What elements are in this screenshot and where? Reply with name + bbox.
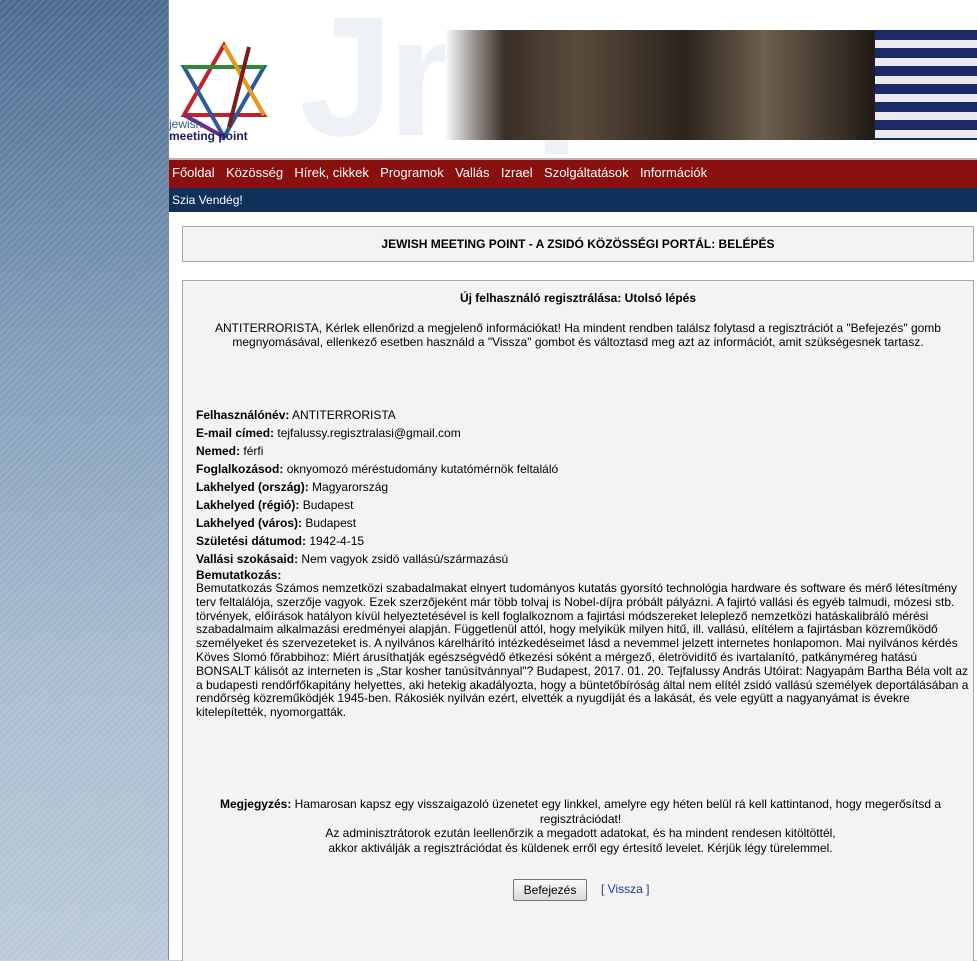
back-link[interactable]: Vissza: [608, 882, 643, 896]
field-value: Budapest: [305, 516, 357, 530]
field-label: Vallási szokásaid:: [196, 552, 299, 566]
nav-item-programok[interactable]: Programok: [380, 160, 444, 186]
page-title: JEWISH MEETING POINT - A ZSIDÓ KÖZÖSSÉGI…: [182, 226, 974, 262]
field-gender: Nemed: férfi: [196, 442, 966, 460]
field-label: Lakhelyed (város):: [196, 516, 303, 530]
registration-panel: Új felhasználó regisztrálása: Utolsó lép…: [182, 280, 974, 961]
note-line2: Az adminisztrátorok ezután leellenőrzik …: [325, 826, 836, 840]
field-value: ANTITERRORISTA: [292, 408, 396, 422]
back-bracket-open: [: [601, 882, 608, 896]
field-email: E-mail címed: tejfalussy.regisztralasi@g…: [196, 424, 966, 442]
bio-text: Bemutatkozás Számos nemzetközi szabadalm…: [196, 581, 969, 720]
registration-note: Megjegyzés: Hamarosan kapsz egy visszaig…: [203, 797, 958, 855]
field-username: Felhasználónév: ANTITERRORISTA: [196, 406, 966, 424]
field-birthdate: Születési dátumod: 1942-4-15: [196, 532, 966, 550]
note-line1: Hamarosan kapsz egy visszaigazoló üzenet…: [291, 797, 942, 826]
bio-label: Bemutatkozás:: [196, 568, 282, 582]
field-region: Lakhelyed (régió): Budapest: [196, 496, 966, 514]
header-banner-image: [445, 30, 977, 140]
field-value: Nem vagyok zsidó vallású/származású: [301, 552, 509, 566]
field-city: Lakhelyed (város): Budapest: [196, 514, 966, 532]
field-list: Felhasználónév: ANTITERRORISTA E-mail cí…: [196, 406, 968, 720]
field-label: Születési dátumod:: [196, 534, 307, 548]
intro-text: ANTITERRORISTA, Kérlek ellenőrizd a megj…: [215, 321, 941, 349]
nav-item-kozosseg[interactable]: Közösség: [226, 160, 283, 186]
main-nav: Főoldal Közösség Hírek, cikkek Programok…: [169, 158, 977, 188]
nav-item-informaciok[interactable]: Információk: [640, 160, 707, 186]
logo-text: jewish meeting point: [169, 118, 248, 142]
greeting-text: Szia Vendég!: [172, 193, 243, 207]
field-religion: Vallási szokásaid: Nem vagyok zsidó vall…: [196, 550, 966, 568]
field-label: E-mail címed:: [196, 426, 275, 440]
greeting-bar: Szia Vendég!: [169, 188, 977, 212]
left-background: [0, 0, 168, 960]
nav-item-fooldal[interactable]: Főoldal: [172, 160, 215, 186]
step-title: Új felhasználó regisztrálása: Utolsó lép…: [459, 291, 697, 305]
field-occupation: Foglalkozásod: oknyomozó méréstudomány k…: [196, 460, 966, 478]
field-label: Lakhelyed (régió):: [196, 498, 300, 512]
field-value: 1942-4-15: [309, 534, 365, 548]
nav-item-szolgaltatasok[interactable]: Szolgáltatások: [544, 160, 629, 186]
note-label: Megjegyzés:: [219, 797, 292, 811]
back-link-wrapper: [ Vissza ]: [601, 882, 649, 896]
field-value: Magyarország: [312, 480, 389, 494]
field-country: Lakhelyed (ország): Magyarország: [196, 478, 966, 496]
finish-button[interactable]: Befejezés: [513, 879, 587, 901]
back-bracket-close: ]: [642, 882, 650, 896]
field-label: Nemed:: [196, 444, 241, 458]
field-label: Lakhelyed (ország):: [196, 480, 309, 494]
field-label: Felhasználónév:: [196, 408, 290, 422]
nav-item-izrael[interactable]: Izrael: [501, 160, 533, 186]
field-value: tejfalussy.regisztralasi@gmail.com: [277, 426, 461, 440]
nav-item-vallas[interactable]: Vallás: [455, 160, 489, 186]
logo-line2: meeting point: [169, 129, 248, 143]
field-value: Budapest: [302, 498, 354, 512]
nav-item-hirek[interactable]: Hírek, cikkek: [294, 160, 368, 186]
page: Jmp jewish meeting point Főoldal Közössé…: [168, 0, 977, 961]
header: Jmp jewish meeting point: [169, 12, 977, 154]
field-value: férfi: [243, 444, 264, 458]
field-value: oknyomozó méréstudomány kutatómérnök fel…: [286, 462, 559, 476]
field-label: Foglalkozásod:: [196, 462, 284, 476]
note-line3: akkor aktiválják a regisztrációdat és kü…: [328, 840, 833, 855]
